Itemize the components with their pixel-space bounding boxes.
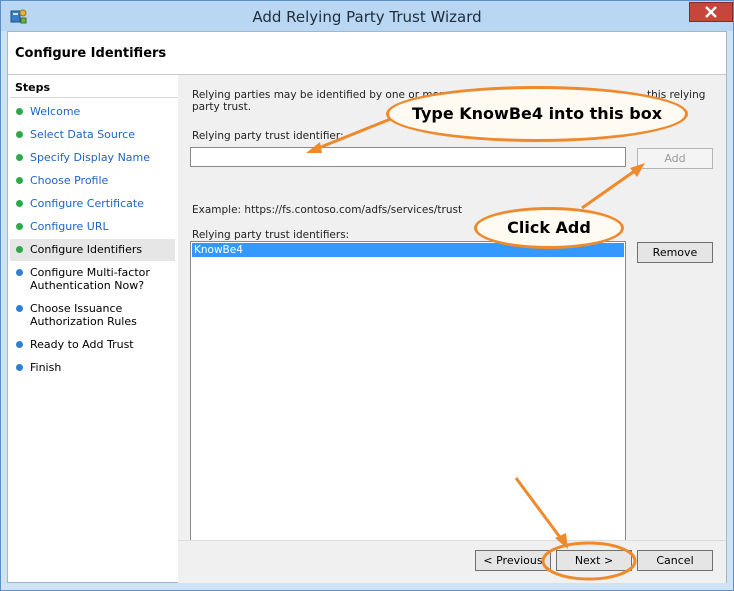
- next-button-highlight: [541, 541, 637, 581]
- arrow-to-identifier-input: [306, 114, 399, 153]
- callout-type-text: Type KnowBe4 into this box: [411, 104, 663, 123]
- annotation-arrows: [306, 114, 645, 581]
- callout-add-text: Click Add: [507, 218, 591, 237]
- callout-type-identifier: Type KnowBe4 into this box: [386, 86, 688, 142]
- callout-click-add: Click Add: [474, 207, 624, 249]
- arrow-to-next-button: [514, 477, 568, 549]
- arrow-to-add-button: [581, 163, 645, 210]
